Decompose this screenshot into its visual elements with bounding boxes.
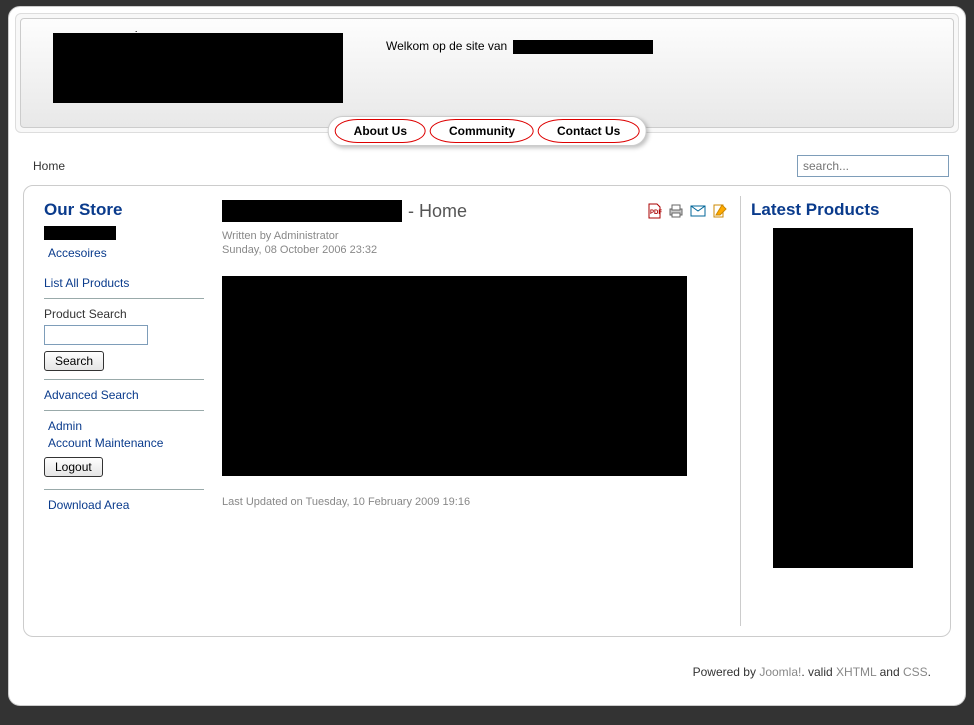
welcome-redacted [513, 40, 653, 54]
email-icon[interactable] [690, 203, 706, 219]
logo-redacted [53, 33, 343, 103]
footer-powered: Powered by [693, 665, 760, 679]
article-toolbar: PDF [646, 203, 728, 219]
article-title-redacted [222, 200, 402, 222]
search-input[interactable] [797, 155, 949, 177]
article-header: - Home PDF [222, 200, 728, 222]
welcome-label: Welkom op de site van [386, 39, 511, 53]
link-advanced-search[interactable]: Advanced Search [44, 388, 204, 402]
footer: Powered by Joomla!. valid XHTML and CSS. [15, 647, 959, 699]
print-icon[interactable] [668, 203, 684, 219]
sidebar-left: Our Store Accesoires List All Products P… [30, 196, 210, 626]
link-joomla[interactable]: Joomla! [759, 665, 801, 679]
nav-community[interactable]: Community [430, 119, 534, 143]
footer-dot: . [928, 665, 931, 679]
link-accesoires[interactable]: Accesoires [48, 246, 204, 260]
content-main: - Home PDF Written by Administ [210, 196, 740, 626]
link-admin[interactable]: Admin [48, 419, 204, 433]
product-search-input[interactable] [44, 325, 148, 345]
edit-icon[interactable] [712, 203, 728, 219]
nav-about-us[interactable]: About Us [335, 119, 426, 143]
separator [44, 298, 204, 299]
article-body-redacted [222, 276, 687, 476]
store-redacted [44, 226, 116, 240]
page-container: ∴ Welkom op de site van About Us Communi… [8, 6, 966, 706]
separator [44, 379, 204, 380]
product-search-label: Product Search [44, 307, 204, 321]
svg-text:PDF: PDF [650, 210, 662, 216]
top-nav: About Us Community Contact Us [328, 116, 647, 146]
header: ∴ Welkom op de site van [20, 18, 954, 128]
main-area: Our Store Accesoires List All Products P… [23, 185, 951, 637]
sidebar-right: Latest Products [740, 196, 944, 626]
search-button[interactable]: Search [44, 351, 104, 371]
our-store-title: Our Store [44, 200, 204, 220]
link-xhtml[interactable]: XHTML [836, 665, 876, 679]
article-title-suffix: - Home [408, 201, 467, 222]
link-download-area[interactable]: Download Area [48, 498, 204, 512]
header-wrapper: ∴ Welkom op de site van About Us Communi… [15, 13, 959, 133]
footer-valid: . valid [801, 665, 836, 679]
logout-button[interactable]: Logout [44, 457, 103, 477]
welcome-text: Welkom op de site van [386, 39, 653, 54]
article-author: Written by Administrator [222, 230, 728, 242]
separator [44, 489, 204, 490]
latest-products-title: Latest Products [751, 200, 934, 220]
article-last-updated: Last Updated on Tuesday, 10 February 200… [222, 496, 728, 508]
article-date: Sunday, 08 October 2006 23:32 [222, 244, 728, 256]
link-account-maintenance[interactable]: Account Maintenance [48, 436, 204, 450]
latest-products-redacted [773, 228, 913, 568]
link-list-all-products[interactable]: List All Products [44, 276, 204, 290]
nav-contact-us[interactable]: Contact Us [538, 119, 639, 143]
footer-and: and [876, 665, 903, 679]
link-css[interactable]: CSS [903, 665, 928, 679]
pdf-icon[interactable]: PDF [646, 203, 662, 219]
separator [44, 410, 204, 411]
breadcrumb: Home [33, 159, 65, 173]
